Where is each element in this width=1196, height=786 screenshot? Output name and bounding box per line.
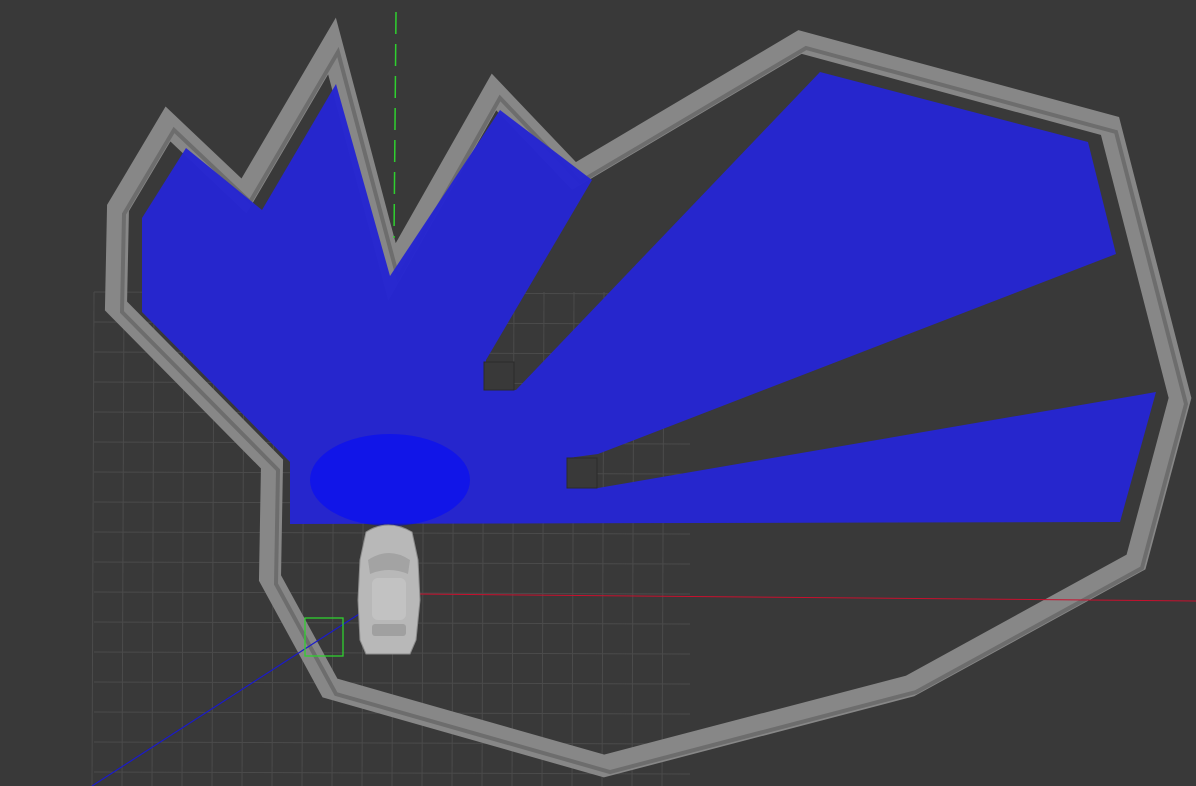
car-rear-window xyxy=(372,624,406,636)
car-model[interactable] xyxy=(357,524,421,655)
car-roof xyxy=(372,578,406,620)
y-axis-line xyxy=(393,11,397,239)
grid-line-vertical xyxy=(91,291,95,786)
3d-viewport[interactable] xyxy=(0,0,1196,786)
obstacle-box-1 xyxy=(483,361,515,391)
scene-canvas xyxy=(91,11,1196,786)
obstacle-box-2 xyxy=(566,457,598,489)
lidar-scan-core xyxy=(310,434,470,526)
